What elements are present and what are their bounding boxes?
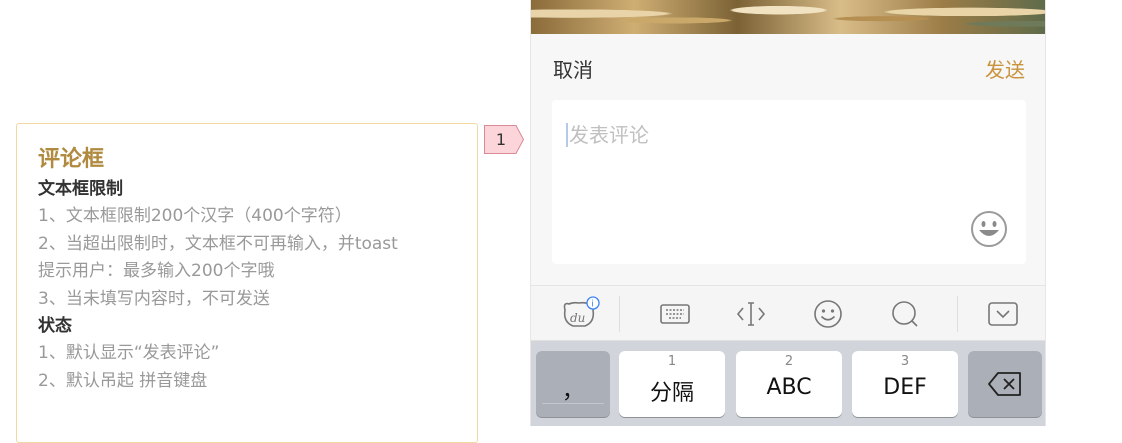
key-2[interactable]: 2 ABC [736, 351, 842, 417]
send-button[interactable]: 发送 [985, 56, 1025, 84]
keyboard-icon[interactable] [657, 296, 693, 332]
state-line-1: 1、默认显示“发表评论” [38, 343, 220, 363]
key-1-number: 1 [667, 354, 677, 369]
cursor-move-icon[interactable] [733, 296, 769, 332]
section-heading-state: 状态 [38, 316, 72, 336]
limit-line-1: 1、文本框限制200个汉字（400个字符） [38, 206, 352, 226]
limit-line-3: 提示用户：最多输入200个字哦 [38, 261, 275, 281]
key-1-label: 分隔 [649, 381, 694, 406]
pinyin-keyboard: ， 1 分隔 2 ABC 3 DEF [531, 341, 1045, 426]
du-bear-icon[interactable]: du i [557, 296, 600, 332]
backspace-icon [988, 372, 1021, 396]
key-1[interactable]: 1 分隔 [619, 351, 725, 417]
toolbar-divider [619, 296, 620, 332]
comment-input[interactable]: 发表评论 [552, 100, 1026, 264]
limit-line-2: 2、当超出限制时，文本框不可再输入，并toast [38, 233, 398, 254]
annotation-card: 评论框 文本框限制 1、文本框限制200个汉字（400个字符） 2、当超出限制时… [16, 123, 478, 443]
key-3[interactable]: 3 DEF [852, 351, 958, 417]
svg-text:du: du [570, 311, 585, 325]
collapse-keyboard-icon[interactable] [985, 296, 1021, 332]
background-photo [531, 0, 1045, 34]
toolbar-divider [957, 296, 958, 332]
backspace-key[interactable] [968, 351, 1042, 417]
annotation-marker: 1 [483, 124, 525, 155]
state-line-2: 2、默认吊起 拼音键盘 [38, 370, 208, 391]
text-caret [566, 123, 568, 147]
punctuation-key[interactable]: ， [536, 351, 610, 417]
phone-screen: 取消 发送 发表评论 du i ， 1 分隔 2 ABC 3 DEF [530, 0, 1046, 426]
search-icon[interactable] [887, 296, 923, 332]
svg-text:i: i [591, 300, 594, 310]
key-3-label: DEF [883, 375, 927, 400]
annotation-title: 评论框 [38, 147, 105, 172]
punctuation-key-label: ， [561, 379, 584, 404]
smiley-face-icon[interactable] [970, 210, 1008, 248]
emoji-icon[interactable] [810, 296, 846, 332]
keyboard-toolbar: du i [531, 285, 1045, 341]
marker-number: 1 [495, 130, 507, 149]
key-2-number: 2 [784, 354, 794, 369]
key-2-label: ABC [766, 375, 812, 400]
cancel-button[interactable]: 取消 [553, 56, 593, 84]
section-heading-limits: 文本框限制 [38, 179, 123, 199]
key-divider [542, 403, 604, 404]
limit-line-4: 3、当未填写内容时，不可发送 [38, 288, 270, 309]
key-3-number: 3 [900, 354, 910, 369]
comment-placeholder: 发表评论 [569, 123, 649, 147]
